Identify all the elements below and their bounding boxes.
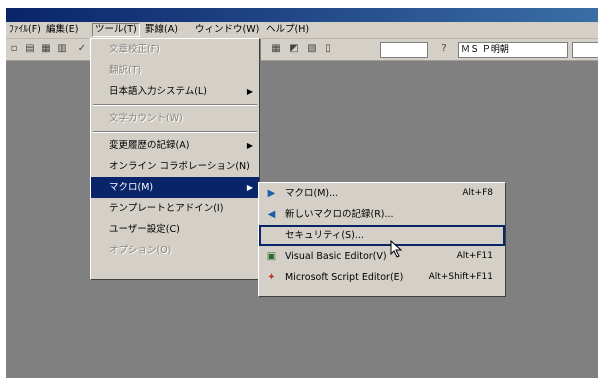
zoom-field[interactable] <box>380 42 428 58</box>
menu-item-japanese-ime[interactable]: 日本語入力システム(L) ▶ <box>91 81 259 102</box>
submenu-item-vb-editor[interactable]: ▣ Visual Basic Editor(V) Alt+F11 <box>259 246 505 267</box>
font-name-field[interactable]: ＭＳ Ｐ明朝 <box>458 42 568 58</box>
menu-item-online-collaboration[interactable]: オンライン コラボレーション(N) <box>91 156 259 177</box>
submenu-item-security[interactable]: セキュリティ(S)... <box>259 225 505 246</box>
submenu-arrow-icon: ▶ <box>246 87 253 96</box>
mouse-cursor-icon <box>390 240 403 258</box>
help-icon[interactable]: ? <box>438 43 450 55</box>
macro-submenu: ▶ マクロ(M)... Alt+F8 ◀ 新しいマクロの記録(R)... セキュ… <box>258 182 506 297</box>
columns-icon[interactable]: ▯ <box>322 43 334 55</box>
record-icon: ◀ <box>267 209 276 220</box>
shortcut-label: Alt+F11 <box>456 251 493 261</box>
vb-editor-icon: ▣ <box>266 251 277 262</box>
spellcheck-icon[interactable]: ✓ <box>76 43 88 55</box>
menu-item-track-changes[interactable]: 変更履歴の記録(A) ▶ <box>91 135 259 156</box>
submenu-item-record-macro[interactable]: ◀ 新しいマクロの記録(R)... <box>259 204 505 225</box>
menu-item-macro[interactable]: マクロ(M) ▶ <box>91 177 259 198</box>
menu-item-templates-addins[interactable]: テンプレートとアドイン(I) <box>91 198 259 219</box>
menu-item-options[interactable]: オプション(O) <box>91 240 259 261</box>
print-icon[interactable]: ▥ <box>56 43 68 55</box>
submenu-arrow-icon: ▶ <box>246 141 253 150</box>
script-editor-icon: ✦ <box>267 272 276 283</box>
menu-tools[interactable]: ツール(T) <box>92 23 140 37</box>
menu-item-customize[interactable]: ユーザー設定(C) <box>91 219 259 240</box>
submenu-item-script-editor[interactable]: ✦ Microsoft Script Editor(E) Alt+Shift+F… <box>259 267 505 288</box>
drawing-icon[interactable]: ▧ <box>306 43 318 55</box>
font-size-field[interactable] <box>572 42 598 58</box>
submenu-item-macros[interactable]: ▶ マクロ(M)... Alt+F8 <box>259 183 505 204</box>
menu-item-translate[interactable]: 翻訳(T) <box>91 60 259 81</box>
menu-bar: ﾌｧｲﾙ(F) 編集(E) ツール(T) 罫線(A) ウィンドウ(W) ヘルプ(… <box>6 22 598 39</box>
new-doc-icon[interactable]: ▫ <box>8 43 20 55</box>
menu-edit[interactable]: 編集(E) <box>44 24 80 36</box>
save-icon[interactable]: ▦ <box>40 43 52 55</box>
table-icon[interactable]: ▦ <box>270 43 282 55</box>
submenu-arrow-icon: ▶ <box>246 183 253 192</box>
menu-window[interactable]: ウィンドウ(W) <box>193 24 261 36</box>
title-bar <box>6 8 598 22</box>
menu-separator <box>93 131 257 133</box>
menu-item-word-count[interactable]: 文字カウント(W) <box>91 108 259 129</box>
menu-separator <box>93 104 257 106</box>
menu-item-proofing[interactable]: 文章校正(F) <box>91 39 259 60</box>
menu-file[interactable]: ﾌｧｲﾙ(F) <box>7 24 43 36</box>
chart-icon[interactable]: ◩ <box>288 43 300 55</box>
shortcut-label: Alt+Shift+F11 <box>428 272 493 282</box>
tools-menu: 文章校正(F) 翻訳(T) 日本語入力システム(L) ▶ 文字カウント(W) 変更… <box>90 38 260 280</box>
open-icon[interactable]: ▤ <box>24 43 36 55</box>
shortcut-label: Alt+F8 <box>462 188 493 198</box>
play-icon: ▶ <box>267 188 276 199</box>
menu-help[interactable]: ヘルプ(H) <box>264 24 311 36</box>
menu-table[interactable]: 罫線(A) <box>143 24 180 36</box>
